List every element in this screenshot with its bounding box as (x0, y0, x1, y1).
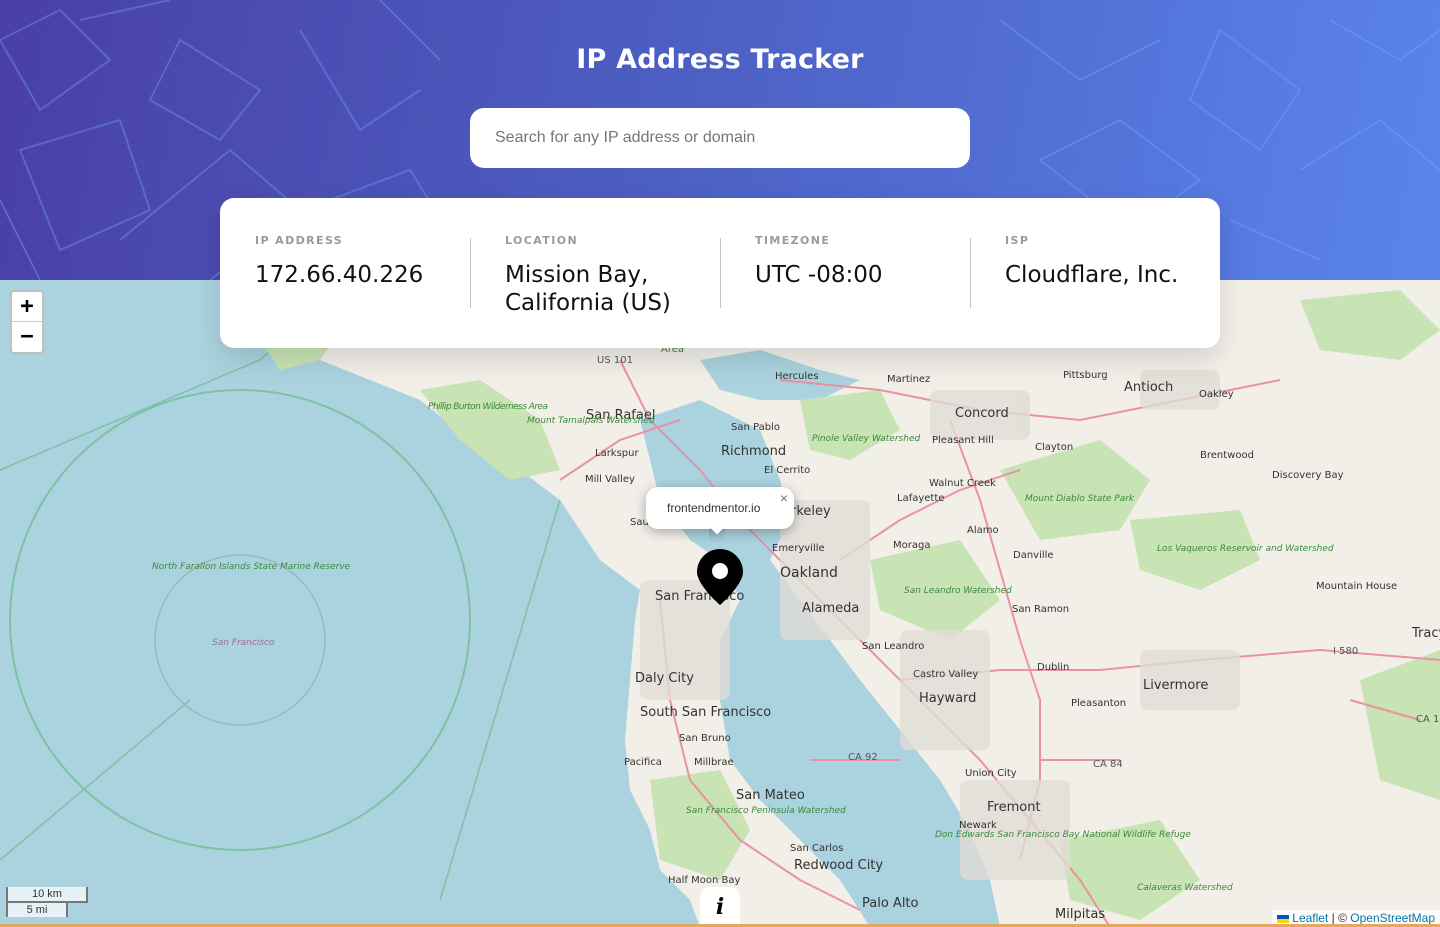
map-label: San Ramon (1012, 604, 1069, 615)
map-label: Oakley (1199, 389, 1234, 400)
map-label: I 580 (1333, 646, 1358, 657)
map-label: rkeley (791, 504, 831, 519)
map-label: Millbrae (694, 757, 734, 768)
info-label: Timezone (755, 234, 831, 247)
map-label: Larkspur (595, 448, 639, 459)
search-bar[interactable] (470, 108, 970, 168)
zoom-control: + − (10, 290, 44, 354)
map-label: San Leandro (862, 641, 924, 652)
map-label: Martinez (887, 374, 930, 385)
map-label: Mountain House (1316, 581, 1397, 592)
popup-close-button[interactable]: × (780, 490, 788, 506)
map-park-label: North Farallon Islands State Marine Rese… (152, 562, 351, 572)
info-card: IP Address 172.66.40.226 Location Missio… (220, 198, 1220, 348)
map-label: Hercules (775, 371, 819, 382)
map-label: CA 84 (1093, 759, 1123, 770)
info-location: Location Mission Bay, California (US) (470, 198, 720, 348)
popup-text: frontendmentor.io (667, 501, 761, 515)
map-label: Concord (955, 406, 1009, 421)
map-label: Castro Valley (913, 669, 978, 680)
map-label: Milpitas (1055, 907, 1105, 922)
map-park-label: San Francisco Peninsula Watershed (686, 806, 846, 816)
map-label: Daly City (635, 671, 694, 686)
map-label: Dublin (1037, 662, 1069, 673)
map-label: Antioch (1124, 380, 1173, 395)
search-input[interactable] (495, 129, 935, 147)
map-park-label: Calaveras Watershed (1137, 883, 1233, 893)
map-park-label: Phillip Burton Wilderness Area (428, 402, 548, 412)
map-label: Redwood City (794, 858, 883, 873)
map-label: Half Moon Bay (668, 875, 740, 886)
map-label: Fremont (987, 800, 1041, 815)
map-label: CA 92 (848, 752, 878, 763)
info-isp: ISP Cloudflare, Inc. (970, 198, 1220, 348)
info-label: IP Address (255, 234, 344, 247)
map-park-label: San Leandro Watershed (904, 586, 1012, 596)
osm-link[interactable]: OpenStreetMap (1350, 911, 1435, 925)
map-label: San Pablo (731, 422, 780, 433)
map-label: Alameda (802, 601, 859, 616)
popup-tip (709, 527, 725, 543)
map-label: Palo Alto (862, 896, 919, 911)
map-label: South San Francisco (640, 705, 771, 720)
map-label: Oakland (780, 565, 838, 581)
map-label: Hayward (919, 691, 976, 706)
map-label: Alamo (967, 525, 999, 536)
map-label: Pittsburg (1063, 370, 1108, 381)
zoom-out-button[interactable]: − (12, 322, 42, 352)
location-marker-icon[interactable] (697, 549, 743, 605)
map-label: Brentwood (1200, 450, 1254, 461)
scale-mi: 5 mi (6, 901, 68, 917)
info-value: Mission Bay, California (US) (505, 262, 671, 316)
zoom-in-button[interactable]: + (12, 292, 42, 322)
info-button[interactable]: i (700, 887, 740, 927)
info-value: UTC -08:00 (755, 262, 883, 288)
map-label: Discovery Bay (1272, 470, 1344, 481)
attribution-separator: | © (1328, 911, 1351, 925)
map-label: Pleasant Hill (932, 435, 994, 446)
leaflet-link[interactable]: Leaflet (1292, 911, 1328, 925)
info-timezone: Timezone UTC -08:00 (720, 198, 970, 348)
map-label: Mill Valley (585, 474, 635, 485)
map-park-label: Mount Tamalpais Watershed (527, 416, 655, 426)
map-label: Clayton (1035, 442, 1073, 453)
map-label: Richmond (721, 444, 786, 459)
map-scale: 10 km 5 mi (6, 887, 88, 917)
map-label: Pleasanton (1071, 698, 1126, 709)
map-label: Moraga (893, 540, 930, 551)
map-label: CA 13 (1416, 714, 1440, 725)
map-park-label: Don Edwards San Francisco Bay National W… (935, 830, 1191, 840)
info-value: 172.66.40.226 (255, 262, 424, 288)
info-ip: IP Address 172.66.40.226 (220, 198, 470, 348)
info-label: Location (505, 234, 579, 247)
map-label: San Carlos (790, 843, 843, 854)
map-park-label: Los Vaqueros Reservoir and Watershed (1157, 544, 1334, 554)
map-label: US 101 (597, 355, 633, 366)
map-label: Union City (965, 768, 1017, 779)
map-park-label: San Francisco (212, 638, 275, 648)
info-label: ISP (1005, 234, 1030, 247)
map-label: Emeryville (772, 543, 825, 554)
map-label: San Mateo (736, 788, 805, 803)
map-label: El Cerrito (764, 465, 810, 476)
ukraine-flag-icon (1277, 915, 1290, 923)
marker-popup: frontendmentor.io × (646, 487, 794, 529)
map-park-label: Mount Diablo State Park (1025, 494, 1135, 504)
map-label: San Bruno (679, 733, 731, 744)
map-label: Walnut Creek (929, 478, 996, 489)
map-label: Livermore (1143, 678, 1208, 693)
map-label: Tracy (1411, 626, 1440, 641)
map-label: Lafayette (897, 493, 944, 504)
map-label: Pacifica (624, 757, 662, 768)
map-label: Danville (1013, 550, 1054, 561)
map-park-label: Pinole Valley Watershed (812, 434, 920, 444)
page-title: IP Address Tracker (576, 44, 864, 75)
info-value: Cloudflare, Inc. (1005, 262, 1179, 288)
